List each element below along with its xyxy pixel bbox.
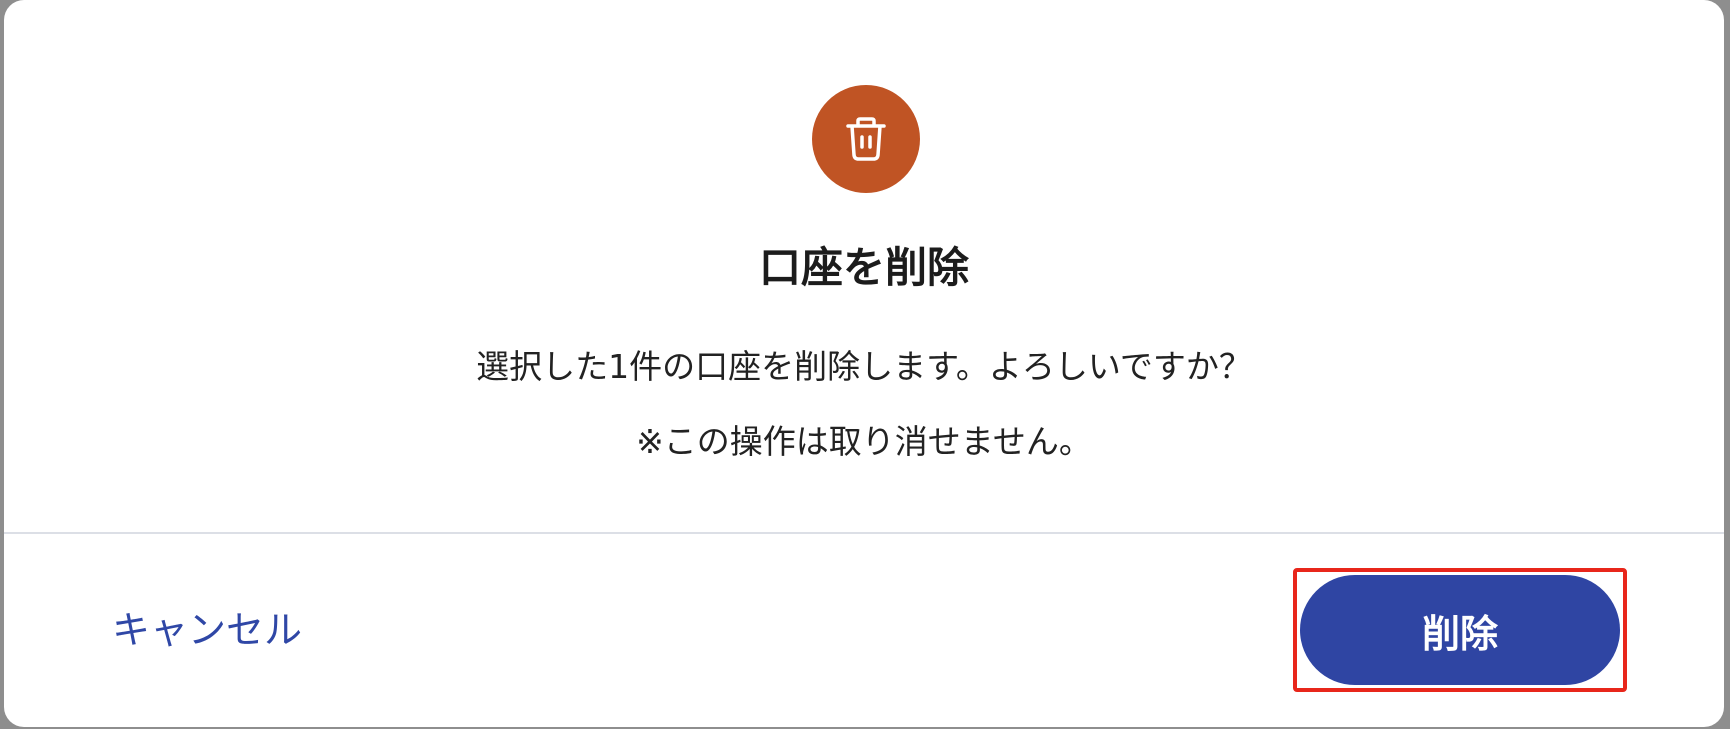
- dialog-warning: ※この操作は取り消せません。: [636, 422, 1092, 461]
- trash-icon: [812, 85, 920, 193]
- dialog-divider: [4, 532, 1724, 534]
- trash-icon-glyph: [846, 117, 886, 161]
- dialog-title: 口座を削除: [758, 243, 969, 292]
- delete-button[interactable]: 削除: [1300, 575, 1620, 685]
- delete-account-dialog: 口座を削除 選択した1件の口座を削除します。よろしいですか？ ※この操作は取り消…: [4, 0, 1724, 727]
- dialog-message: 選択した1件の口座を削除します。よろしいですか？: [476, 347, 1252, 386]
- cancel-button[interactable]: キャンセル: [112, 605, 302, 655]
